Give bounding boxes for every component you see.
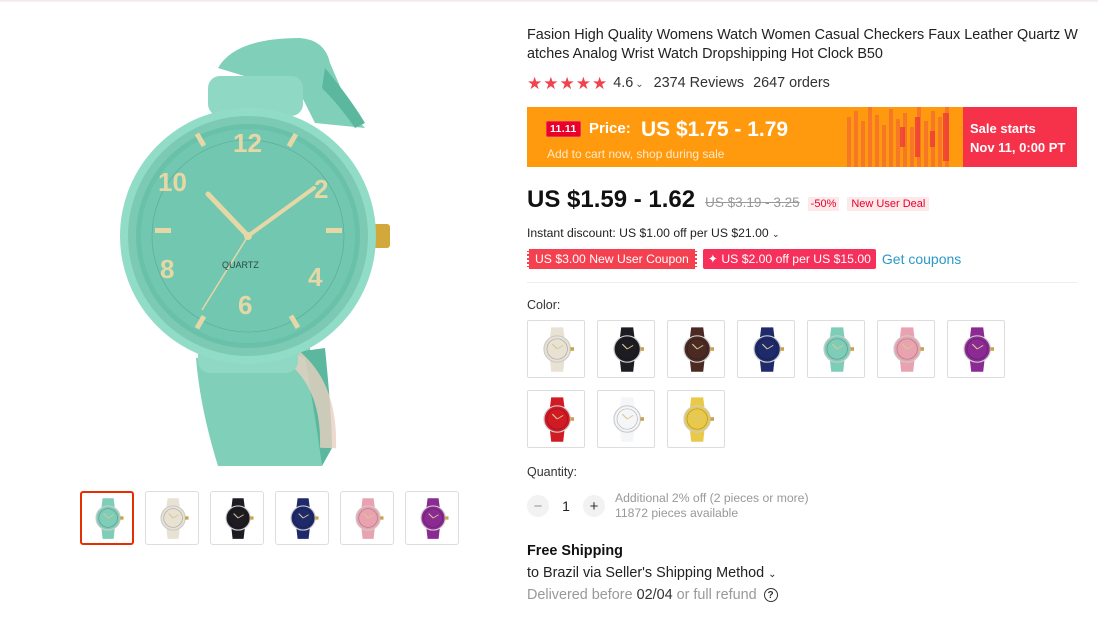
thumbnail-beige[interactable] <box>145 491 199 545</box>
thumbnail-pink[interactable] <box>340 491 394 545</box>
quantity-stepper: − 1 + Additional 2% off (2 pieces or mor… <box>527 491 1079 521</box>
svg-text:10: 10 <box>158 167 187 197</box>
chevron-down-icon: ⌄ <box>768 569 777 580</box>
color-option-black[interactable] <box>597 320 655 378</box>
decrease-quantity-button[interactable]: − <box>527 495 549 517</box>
new-user-coupon[interactable]: US $3.00 New User Coupon <box>527 249 697 269</box>
thumbnail-purple[interactable] <box>405 491 459 545</box>
quantity-input[interactable]: 1 <box>549 498 583 514</box>
delivered-suffix: or full refund <box>676 587 757 603</box>
thumbnail-black[interactable] <box>210 491 264 545</box>
shipping-title: Free Shipping <box>527 543 623 559</box>
new-user-deal-badge: New User Deal <box>847 197 930 211</box>
stock-available: 11872 pieces available <box>615 506 739 520</box>
rating-value[interactable]: 4.6 ⌄ <box>613 75 643 91</box>
bulk-discount-note: Additional 2% off (2 pieces or more) <box>615 491 809 505</box>
sale-start-label: Sale starts <box>970 121 1036 136</box>
color-option-red[interactable] <box>527 390 585 448</box>
help-icon[interactable]: ? <box>763 588 778 602</box>
orders-count: 2647 orders <box>753 75 830 91</box>
price-row: US $1.59 - 1.62 US $3.19 - 3.25 -50% New… <box>527 186 1079 214</box>
top-shadow <box>0 0 1098 3</box>
rating-stars: ★ ★ ★ ★ ★ <box>527 75 607 92</box>
increase-quantity-button[interactable]: + <box>583 495 605 517</box>
original-price: US $3.19 - 3.25 <box>705 195 800 210</box>
color-option-mint[interactable] <box>807 320 865 378</box>
quantity-label: Quantity: <box>527 465 578 479</box>
thumbnail-strip <box>80 491 459 545</box>
color-option-brown[interactable] <box>667 320 725 378</box>
svg-text:12: 12 <box>233 128 262 158</box>
svg-text:8: 8 <box>160 254 174 284</box>
reviews-link[interactable]: 2374 Reviews <box>654 75 744 91</box>
sale-event-badge: 11.11 <box>546 121 581 137</box>
thumbnail-mint[interactable] <box>80 491 134 545</box>
color-option-navy[interactable] <box>737 320 795 378</box>
delivered-prefix: Delivered before <box>527 587 633 603</box>
coupon-row: US $3.00 New User Coupon ✦ US $2.00 off … <box>527 249 1079 269</box>
star-icon: ★ <box>559 73 575 93</box>
color-swatches <box>527 320 1027 448</box>
svg-text:6: 6 <box>238 290 252 320</box>
svg-text:2: 2 <box>314 174 328 204</box>
color-option-beige[interactable] <box>527 320 585 378</box>
divider <box>527 282 1077 283</box>
star-icon: ★ <box>592 73 608 93</box>
chevron-down-icon: ⌄ <box>635 79 644 90</box>
sale-start-date: Nov 11, 0:00 PT <box>970 140 1066 155</box>
main-product-image[interactable]: 12 2 4 6 8 10 QUARTZ <box>100 28 420 468</box>
color-label: Color: <box>527 298 561 312</box>
product-info: Fasion High Quality Womens Watch Women C… <box>527 26 1079 603</box>
star-icon: ★ <box>575 73 591 93</box>
svg-text:4: 4 <box>308 262 323 292</box>
get-coupons-link[interactable]: Get coupons <box>882 251 961 267</box>
instant-discount[interactable]: Instant discount: US $1.00 off per US $2… <box>527 226 1079 240</box>
delivery-date: 02/04 <box>636 587 673 603</box>
quantity-info: Additional 2% off (2 pieces or more) 118… <box>615 491 809 521</box>
promo-subtext: Add to cart now, shop during sale <box>547 147 725 161</box>
current-price: US $1.59 - 1.62 <box>527 186 696 213</box>
delivery-estimate: Delivered before 02/04 or full refund ? <box>527 587 1079 603</box>
promo-price-value: US $1.75 - 1.79 <box>641 118 789 141</box>
star-icon: ★ <box>527 73 543 93</box>
thumbnail-navy[interactable] <box>275 491 329 545</box>
sale-promo-banner: 11.11 Price: US $1.75 - 1.79 Add to cart… <box>527 107 1077 167</box>
shipping-method[interactable]: to Brazil via Seller's Shipping Method ⌄ <box>527 565 1079 581</box>
promo-price-label: Price: <box>589 120 631 137</box>
dial-brand-text: QUARTZ <box>222 260 259 270</box>
rating-row: ★ ★ ★ ★ ★ 4.6 ⌄ 2374 Reviews 2647 orders <box>527 74 1079 92</box>
star-icon: ★ <box>543 73 559 93</box>
sale-start-box: Sale starts Nov 11, 0:00 PT <box>963 107 1077 167</box>
product-title: Fasion High Quality Womens Watch Women C… <box>527 27 1078 62</box>
color-option-white[interactable] <box>597 390 655 448</box>
chevron-down-icon: ⌄ <box>772 229 780 239</box>
color-option-yellow[interactable] <box>667 390 725 448</box>
banner-decoration <box>847 107 949 167</box>
store-coupon[interactable]: ✦ US $2.00 off per US $15.00 <box>702 249 876 269</box>
discount-badge: -50% <box>807 197 840 211</box>
color-option-purple[interactable] <box>947 320 1005 378</box>
color-option-pink[interactable] <box>877 320 935 378</box>
